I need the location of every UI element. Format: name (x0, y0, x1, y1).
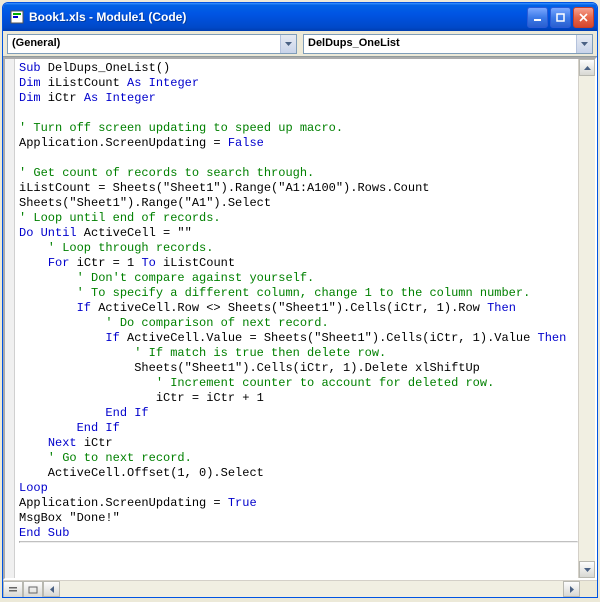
chevron-down-icon[interactable] (280, 35, 296, 53)
vertical-scrollbar[interactable] (578, 59, 595, 578)
object-dropdown[interactable]: (General) (7, 34, 297, 54)
maximize-button[interactable] (550, 7, 571, 28)
scroll-track[interactable] (60, 581, 563, 597)
titlebar[interactable]: Book1.xls - Module1 (Code) (3, 3, 597, 31)
code-content[interactable]: Sub DelDups_OneList() Dim iListCount As … (15, 59, 578, 578)
window-buttons (527, 7, 594, 28)
margin-indicator (5, 59, 15, 578)
chevron-down-icon[interactable] (576, 35, 592, 53)
code-editor[interactable]: Sub DelDups_OneList() Dim iListCount As … (3, 57, 597, 580)
scroll-left-icon[interactable] (43, 581, 60, 597)
object-proc-bar: (General) DelDups_OneList (3, 31, 597, 57)
horizontal-scrollbar[interactable] (43, 581, 580, 597)
module-icon (9, 9, 25, 25)
procedure-view-button[interactable] (3, 581, 23, 598)
procedure-separator (19, 541, 578, 543)
size-grip[interactable] (580, 581, 597, 598)
scroll-track[interactable] (579, 76, 595, 561)
scroll-down-icon[interactable] (579, 561, 595, 578)
code-window: Book1.xls - Module1 (Code) (General) Del… (2, 2, 598, 598)
object-dropdown-value: (General) (8, 35, 280, 53)
bottom-bar (3, 580, 597, 597)
close-button[interactable] (573, 7, 594, 28)
scroll-up-icon[interactable] (579, 59, 595, 76)
minimize-button[interactable] (527, 7, 548, 28)
procedure-dropdown-value: DelDups_OneList (304, 35, 576, 53)
procedure-dropdown[interactable]: DelDups_OneList (303, 34, 593, 54)
window-title: Book1.xls - Module1 (Code) (29, 10, 527, 24)
scroll-right-icon[interactable] (563, 581, 580, 597)
full-module-view-button[interactable] (23, 581, 43, 598)
view-mode-buttons (3, 581, 43, 597)
